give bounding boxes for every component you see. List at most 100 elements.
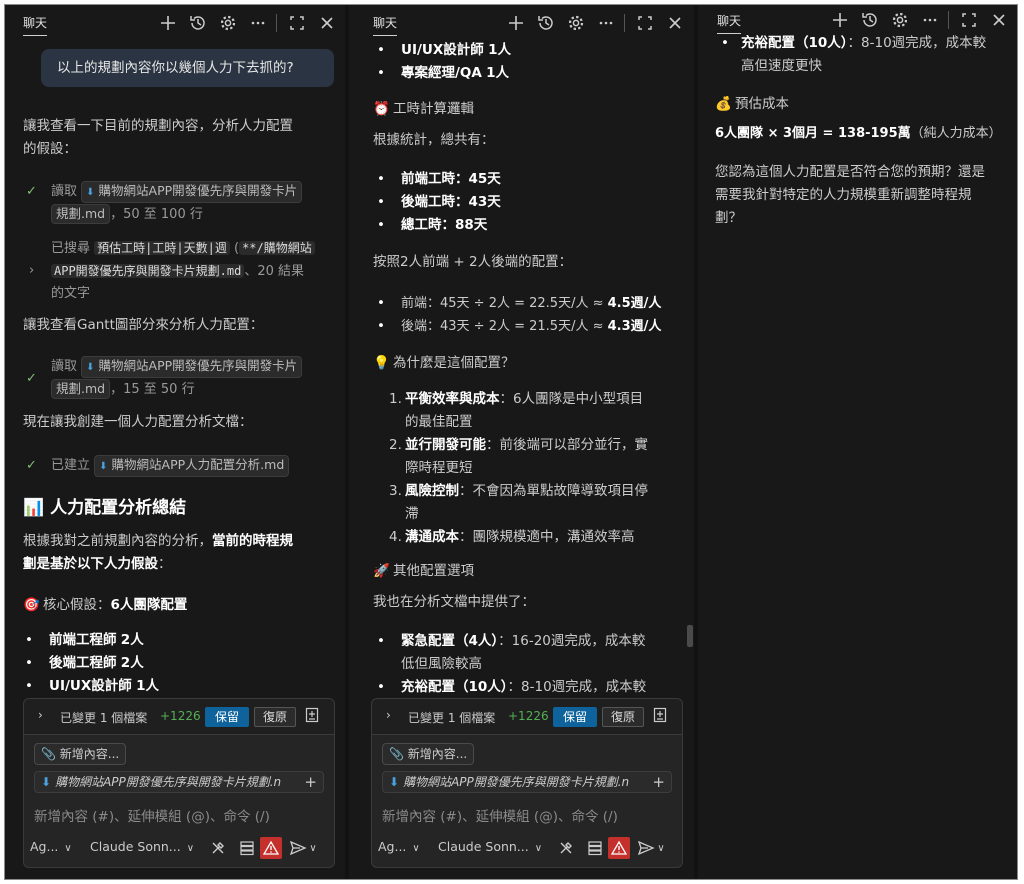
close-icon[interactable]: [315, 11, 339, 35]
tab-chat[interactable]: 聊天: [23, 14, 48, 36]
pane-splitter[interactable]: [694, 5, 698, 879]
more-icon[interactable]: [594, 11, 618, 35]
chevron-right-icon[interactable]: ›: [386, 708, 391, 722]
file-chip[interactable]: 規劃.md: [51, 204, 111, 224]
add-file-icon[interactable]: +: [652, 772, 665, 792]
paperclip-icon: 📎: [389, 747, 404, 761]
target-icon: 🎯: [23, 597, 40, 613]
assistant-text: 的假設：: [23, 141, 77, 157]
model-select[interactable]: Claude Sonn... ∨: [90, 839, 194, 854]
more-icon[interactable]: [918, 8, 942, 32]
calc-result: 4.5週/人: [607, 296, 662, 311]
assistant-text: 根據統計，總共有：: [373, 132, 495, 148]
keep-button[interactable]: 保留: [553, 707, 597, 727]
history-icon[interactable]: [186, 11, 210, 35]
bullet-dot: •: [377, 42, 385, 58]
list-item: 緊急配置（4人）：16-20週完成，成本較: [401, 630, 645, 653]
tools-icon[interactable]: [555, 837, 577, 859]
add-context-label: 新增內容...: [59, 747, 120, 761]
chat-input-box[interactable]: 📎 新增內容... ⬇ 購物網站APP開發優先序與開發卡片規劃.n + 新增內容 (…: [23, 734, 335, 868]
additions-count: +1226: [508, 709, 549, 723]
file-chip[interactable]: 規劃.md: [51, 379, 111, 399]
chevron-down-icon[interactable]: ∨: [306, 837, 320, 859]
chevron-right-icon[interactable]: ›: [29, 260, 34, 282]
search-path: **/購物網站: [239, 241, 315, 255]
gear-icon[interactable]: [888, 8, 912, 32]
maximize-icon[interactable]: [633, 11, 657, 35]
chevron-down-icon[interactable]: ∨: [654, 837, 668, 859]
text-run: ：: [158, 556, 172, 572]
bullet-dot: •: [377, 295, 385, 311]
list-item: UI/UX設計師 1人: [401, 41, 511, 62]
file-chip[interactable]: ⬇ 購物網站APP開發優先序與開發卡片: [81, 181, 303, 203]
agent-mode-select[interactable]: Ag... ∨: [378, 839, 420, 854]
model-select[interactable]: Claude Sonn... ∨: [438, 839, 542, 854]
toolbar-divider: [948, 11, 949, 29]
heading-text: 人力配置分析總結: [50, 498, 187, 518]
chat-input[interactable]: 新增內容 (#)、延伸模組 (@)、命令 (/): [382, 805, 618, 825]
tools-icon[interactable]: [207, 837, 229, 859]
tool-read-result[interactable]: ✓ 讀取 ⬇ 購物網站APP開發優先序與開發卡片 規劃.md ，50 至 100 行: [23, 181, 331, 227]
assistant-text: 劃是基於以下人力假設：: [23, 553, 331, 576]
tab-chat[interactable]: 聊天: [717, 12, 742, 34]
warning-icon[interactable]: [608, 837, 630, 859]
gear-icon[interactable]: [216, 11, 240, 35]
assistant-text: 劃？: [715, 210, 742, 226]
agent-mode-select[interactable]: Ag... ∨: [30, 839, 72, 854]
assistant-text: 我也在分析文檔中提供了：: [373, 594, 535, 610]
search-tail: 的文字: [51, 286, 91, 301]
open-changes-icon[interactable]: [652, 707, 668, 727]
assistant-text: 6人團隊 × 3個月 = 138-195萬（純人力成本）: [715, 122, 1003, 145]
new-chat-icon[interactable]: [504, 11, 528, 35]
add-context-button[interactable]: 📎 新增內容...: [34, 743, 127, 765]
role-count: 1人: [136, 678, 159, 694]
undo-button[interactable]: 復原: [602, 707, 644, 727]
server-icon[interactable]: [584, 837, 606, 859]
attached-file-name: 購物網站APP開發優先序與開發卡片規劃.n: [55, 775, 282, 789]
chevron-right-icon[interactable]: ›: [38, 708, 43, 722]
chevron-down-icon: ∨: [534, 843, 543, 854]
changes-label[interactable]: 已變更 1 個檔案: [60, 709, 147, 726]
open-changes-icon[interactable]: [304, 707, 320, 727]
more-icon[interactable]: [246, 11, 270, 35]
tool-search-result[interactable]: › 已搜尋 預估工時|工時|天數|週 (**/購物網站 APP開發優先序與開發卡…: [23, 237, 331, 307]
gear-icon[interactable]: [564, 11, 588, 35]
new-chat-icon[interactable]: [828, 8, 852, 32]
section-heading: 📊 人力配置分析總結: [23, 496, 186, 520]
server-icon[interactable]: [236, 837, 258, 859]
undo-button[interactable]: 復原: [254, 707, 296, 727]
assistant-text: 現在讓我創建一個人力配置分析文檔：: [23, 414, 253, 430]
list-item: 充裕配置（10人）：8-10週完成，成本較: [401, 676, 646, 699]
close-icon[interactable]: [987, 8, 1011, 32]
attached-file-chip[interactable]: ⬇ 購物網站APP開發優先序與開發卡片規劃.n +: [34, 771, 324, 793]
tab-chat[interactable]: 聊天: [373, 14, 398, 36]
maximize-icon[interactable]: [957, 8, 981, 32]
check-icon: ✓: [26, 458, 37, 473]
close-icon[interactable]: [663, 11, 687, 35]
add-context-button[interactable]: 📎 新增內容...: [382, 743, 475, 765]
chat-transcript[interactable]: • 充裕配置（10人）：8-10週完成，成本較 高但速度更快 💰 預估成本 6人團…: [701, 35, 1017, 879]
role-name: 前端工程師: [49, 632, 117, 648]
role-name: 專案經理/QA: [401, 65, 482, 81]
tool-read-result[interactable]: ✓ 讀取 ⬇ 購物網站APP開發優先序與開發卡片 規劃.md ，15 至 50 行: [23, 356, 331, 402]
option-title: 充裕配置（10人）: [401, 679, 508, 695]
tool-created-result[interactable]: ✓ 已建立 ⬇ 購物網站APP人力配置分析.md: [23, 455, 331, 479]
add-file-icon[interactable]: +: [304, 772, 317, 792]
history-icon[interactable]: [534, 11, 558, 35]
maximize-icon[interactable]: [285, 11, 309, 35]
attached-file-chip[interactable]: ⬇ 購物網站APP開發優先序與開發卡片規劃.n +: [382, 771, 672, 793]
calc-result: 4.3週/人: [607, 319, 662, 334]
changes-label[interactable]: 已變更 1 個檔案: [408, 709, 495, 726]
subheading: 🎯 核心假設：6人團隊配置: [23, 594, 187, 616]
warning-icon[interactable]: [260, 837, 282, 859]
scrollbar-thumb[interactable]: [687, 625, 693, 647]
tool-verb: 讀取: [51, 359, 78, 374]
chat-input-box[interactable]: 📎 新增內容... ⬇ 購物網站APP開發優先序與開發卡片規劃.n + 新增內容 (…: [371, 734, 683, 868]
chat-input[interactable]: 新增內容 (#)、延伸模組 (@)、命令 (/): [34, 805, 270, 825]
keep-button[interactable]: 保留: [205, 707, 249, 727]
add-context-label: 新增內容...: [407, 747, 468, 761]
file-chip[interactable]: ⬇ 購物網站APP開發優先序與開發卡片: [81, 356, 303, 378]
file-chip[interactable]: ⬇ 購物網站APP人力配置分析.md: [94, 455, 290, 477]
new-chat-icon[interactable]: [156, 11, 180, 35]
history-icon[interactable]: [858, 8, 882, 32]
